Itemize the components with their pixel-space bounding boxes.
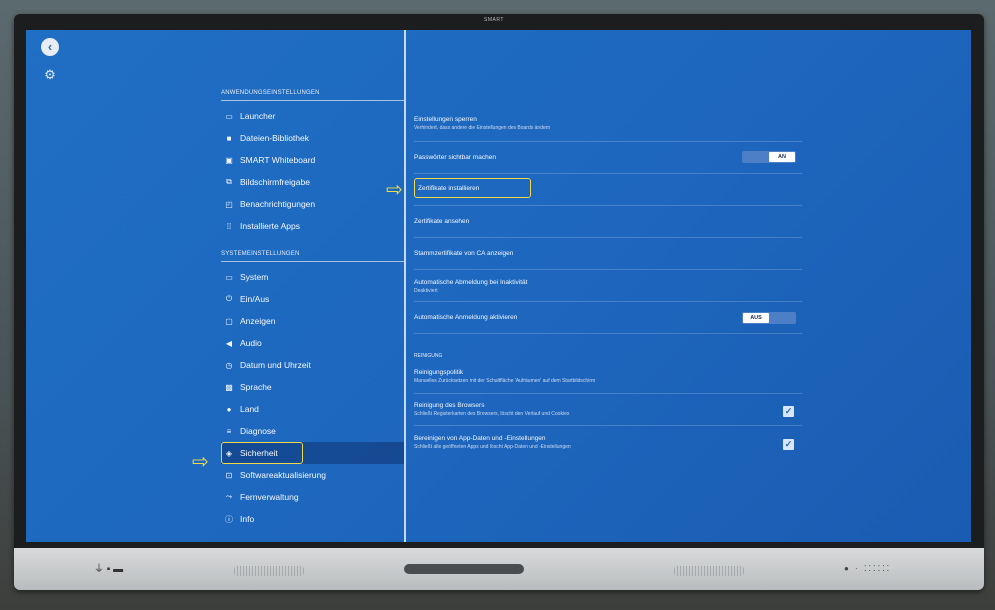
front-buttons: ● · ⁚⁚⁚⁚⁚⁚ [844,564,892,573]
speaker-icon: ◀ [225,338,233,348]
list-icon: ≡ [226,426,232,436]
nav-item-language[interactable]: ▩ Sprache [221,376,404,398]
nav-item-smart-whiteboard[interactable]: ▣ SMART Whiteboard [221,149,404,171]
info-icon: ⓘ [225,514,233,524]
settings-gear-icon[interactable]: ⚙ [43,68,57,82]
setting-title: Zertifikate ansehen [414,218,470,225]
nav-item-software-update[interactable]: ⊡ Softwareaktualisierung [221,464,404,486]
nav-item-label: Dateien-Bibliothek [240,133,309,143]
power-icon: ⏻ [225,294,233,303]
whiteboard-icon: ▣ [225,155,233,165]
annotation-arrow-icon: ⇨ [192,451,209,473]
system-settings-header: SYSTEMEINSTELLUNGEN [221,251,404,262]
remote-icon: ⤳ [225,492,233,501]
show-passwords-toggle[interactable]: AN [742,151,796,163]
app-settings-header: ANWENDUNGSEINSTELLUNGEN [221,90,404,101]
port-icons: ⏚ ▪ ▬ [94,564,124,575]
nav-item-label: Info [240,514,255,524]
nav-item-country[interactable]: ● Land [221,398,404,420]
setting-subtitle: Schließt Registerkarten des Browsers, lö… [414,411,570,417]
display-bottom-bezel: ⏚ ▪ ▬ ● · ⁚⁚⁚⁚⁚⁚ [14,548,984,590]
monitor-icon: ▭ [225,272,233,282]
highlight-outline [414,178,531,198]
language-icon: ▩ [225,382,233,392]
nav-item-label: Ein/Aus [240,294,270,304]
setting-title: Reinigungspolitik [414,369,464,376]
location-pin-icon: ● [226,404,232,414]
nav-item-security[interactable]: ◈ Sicherheit [221,442,404,464]
setting-subtitle: Deaktiviert [414,288,438,294]
setting-subtitle: Schließt alle geöffneten Apps und löscht… [414,444,571,450]
nav-item-system[interactable]: ▭ System [221,266,404,288]
highlight-outline [221,442,303,464]
folder-icon: ■ [226,133,232,143]
setting-title: Reinigung des Browsers [414,402,485,409]
nav-item-label: Audio [240,338,262,348]
settings-nav: ANWENDUNGSEINSTELLUNGEN ▭ Launcher ■ Dat… [221,90,404,530]
back-button[interactable]: ‹ [41,38,59,56]
toggle-state: AN [769,152,795,162]
app-data-cleaning-checkbox[interactable]: ✓ [783,439,794,450]
nav-item-label: Fernverwaltung [240,492,299,502]
brand-logo: SMART [484,17,504,23]
nav-item-info[interactable]: ⓘ Info [221,508,404,530]
setting-cleaning-policy[interactable]: Reinigungspolitik Manuelles Zurücksetzen… [414,364,802,394]
nav-item-installed-apps[interactable]: ⁞⁞ Installierte Apps [221,215,404,237]
setting-browser-cleaning[interactable]: Reinigung des Browsers Schließt Register… [414,394,802,426]
display-icon: ▢ [225,316,233,326]
setting-title: Einstellungen sperren [414,116,477,123]
nav-item-power[interactable]: ⏻ Ein/Aus [221,288,404,310]
nav-item-label: Benachrichtigungen [240,199,316,209]
setting-view-certificates[interactable]: Zertifikate ansehen [414,206,802,238]
nav-item-label: Softwareaktualisierung [240,470,326,480]
nav-item-file-library[interactable]: ■ Dateien-Bibliothek [221,127,404,149]
screen-share-icon: ⧉ [226,177,232,186]
cleaning-section-header: REINIGUNG [414,353,443,359]
setting-lock-settings[interactable]: Einstellungen sperren Verhindert, dass a… [414,112,802,142]
nav-item-label: Diagnose [240,426,276,436]
nav-item-remote-management[interactable]: ⤳ Fernverwaltung [221,486,404,508]
nav-item-label: Land [240,404,259,414]
setting-subtitle: Verhindert, dass andere die Einstellunge… [414,125,551,131]
toggle-state: AUS [743,313,769,323]
nav-item-display[interactable]: ▢ Anzeigen [221,310,404,332]
setting-title: Stammzertifikate von CA anzeigen [414,250,514,257]
nav-item-label: Datum und Uhrzeit [240,360,311,370]
nav-item-screen-share[interactable]: ⧉ Bildschirmfreigabe [221,171,404,193]
speaker-grill [234,566,304,576]
setting-auto-login[interactable]: Automatische Anmeldung aktivieren AUS [414,302,802,334]
nav-item-label: SMART Whiteboard [240,155,316,165]
clock-icon: ◷ [225,360,233,370]
auto-login-toggle[interactable]: AUS [742,312,796,324]
nav-item-label: System [240,272,269,282]
nav-item-date-time[interactable]: ◷ Datum und Uhrzeit [221,354,404,376]
monitor-icon: ▭ [225,111,233,121]
nav-item-label: Anzeigen [240,316,276,326]
notification-icon: ◰ [225,199,233,209]
setting-auto-logout[interactable]: Automatische Abmeldung bei Inaktivität D… [414,270,802,302]
browser-cleaning-checkbox[interactable]: ✓ [783,406,794,417]
pen-tray [404,564,524,574]
setting-title: Bereinigen von App-Daten und -Einstellun… [414,435,546,442]
settings-screen: ‹ ⚙ ANWENDUNGSEINSTELLUNGEN ▭ Launcher ■… [26,30,971,542]
nav-item-label: Sprache [240,382,272,392]
nav-item-launcher[interactable]: ▭ Launcher [221,105,404,127]
nav-item-label: Bildschirmfreigabe [240,177,310,187]
setting-subtitle: Manuelles Zurücksetzen mit der Schaltflä… [414,378,596,384]
nav-item-notifications[interactable]: ◰ Benachrichtigungen [221,193,404,215]
setting-show-passwords[interactable]: Passwörter sichtbar machen AN [414,142,802,174]
speaker-grill [674,566,744,576]
setting-title: Automatische Abmeldung bei Inaktivität [414,279,528,286]
nav-item-diagnostics[interactable]: ≡ Diagnose [221,420,404,442]
panel-divider [404,30,406,542]
setting-app-data-cleaning[interactable]: Bereinigen von App-Daten und -Einstellun… [414,426,802,460]
nav-item-label: Launcher [240,111,276,121]
nav-item-label: Installierte Apps [240,221,301,231]
annotation-arrow-icon: ⇨ [386,179,403,201]
setting-root-certificates[interactable]: Stammzertifikate von CA anzeigen [414,238,802,270]
update-icon: ⊡ [225,470,233,480]
apps-grid-icon: ⁞⁞ [226,221,232,231]
nav-item-audio[interactable]: ◀ Audio [221,332,404,354]
